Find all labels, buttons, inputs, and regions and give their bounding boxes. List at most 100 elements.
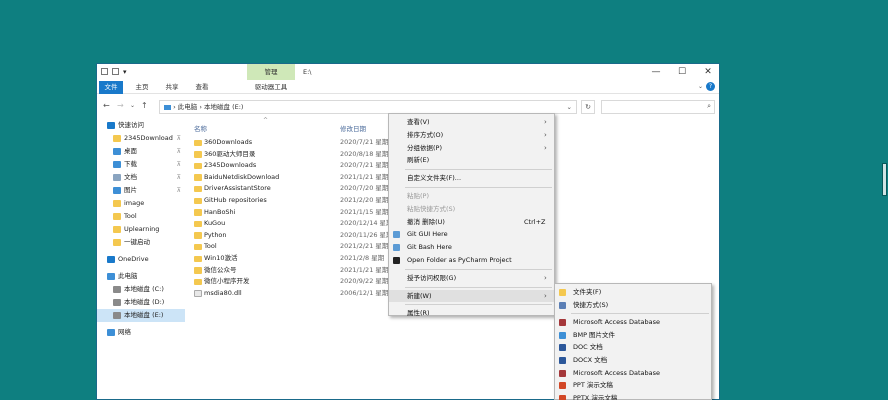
search-input[interactable]: ⌕ [601,100,715,114]
menu-item-label: 粘贴快捷方式(S) [407,204,456,213]
sidebar-item[interactable]: 一键启动 [97,236,185,249]
menu-item[interactable]: Microsoft Access Database [555,367,711,379]
sidebar-item[interactable]: 桌面 ⊼ [97,145,185,158]
git-gui-icon [393,231,400,239]
forward-arrow-icon[interactable]: → [117,101,124,110]
menu-item[interactable]: 授予访问权限(G) › [389,272,554,284]
submenu-arrow-icon: › [544,143,547,152]
file-date: 2006/12/1 星期 [340,288,389,297]
menu-item[interactable]: 自定义文件夹(F)... [389,172,554,184]
menu-item[interactable]: 快捷方式(S) [555,299,711,311]
sidebar-item[interactable]: 此电脑 [97,270,185,283]
menu-separator [571,313,709,315]
menu-item[interactable]: Open Folder as PyCharm Project [389,254,554,266]
menu-item[interactable]: Git Bash Here [389,241,554,253]
menu-separator [405,169,552,171]
tab-share[interactable]: 共享 [161,81,183,94]
menu-item[interactable]: PPTX 演示文稿 [555,392,711,400]
sidebar-item[interactable]: 本地磁盘 (C:) [97,283,185,296]
sidebar-item-label: OneDrive [118,255,149,263]
sidebar-item-label: 网络 [118,328,131,336]
tab-file[interactable]: 文件 [99,81,123,94]
menu-item[interactable]: 查看(V) › [389,116,554,128]
sidebar-item[interactable]: OneDrive [97,253,185,266]
menu-item[interactable]: PPT 演示文稿 [555,379,711,391]
help-icon[interactable]: ? [706,82,715,91]
menu-item[interactable]: DOC 文档 [555,341,711,353]
sidebar-item-label: 下载 [124,160,137,168]
file-date: 2021/1/15 星期 [340,207,389,216]
drive-icon [113,298,121,306]
menu-item[interactable]: 粘贴(P) [389,190,554,202]
address-dropdown-icon[interactable]: ⌄ [567,101,572,113]
sidebar-item[interactable]: Tool [97,210,185,223]
sidebar-item[interactable]: 文档 ⊼ [97,171,185,184]
folder-icon [194,139,202,146]
menu-item[interactable]: 粘贴快捷方式(S) [389,203,554,215]
new-folder-icon[interactable] [112,68,119,75]
folder-icon [113,225,121,233]
customize-qat-icon[interactable]: ▾ [123,68,130,76]
column-header-name[interactable]: 名称 [194,123,207,133]
back-arrow-icon[interactable]: ← [103,101,110,110]
tab-drive-tools[interactable]: 驱动器工具 [247,81,295,94]
sidebar-item[interactable]: Uplearning [97,223,185,236]
menu-item-label: Microsoft Access Database [573,368,660,377]
menu-item[interactable]: 撤消 删除(U) Ctrl+Z [389,216,554,228]
up-arrow-icon[interactable]: ↑ [141,101,148,110]
column-header-date[interactable]: 修改日期 [340,123,366,133]
file-name: BaiduNetdiskDownload [204,172,280,181]
file-name: 微信小程序开发 [204,277,250,286]
sidebar-item-label: 此电脑 [118,272,138,280]
folder-icon [194,278,202,286]
menu-item[interactable]: Microsoft Access Database [555,316,711,328]
file-date: 2021/1/21 星期 [340,265,389,274]
address-bar[interactable]: › 此电脑 › 本地磁盘 (E:) ⌄ [159,100,577,114]
menu-item[interactable]: 排序方式(O) › [389,129,554,141]
menu-shortcut: Ctrl+Z [524,217,546,226]
sidebar-item[interactable]: 下载 ⊼ [97,158,185,171]
menu-item-label: DOC 文档 [573,343,603,352]
picture-icon [113,186,121,194]
ribbon-context-group: 管理 [247,64,295,80]
refresh-button[interactable]: ↻ [581,100,595,114]
file-date: 2020/8/18 星期 [340,149,389,158]
sidebar-item[interactable]: 本地磁盘 (E:) [97,309,185,322]
menu-item-label: 排序方式(O) [407,130,444,139]
menu-item-label: 快捷方式(S) [573,300,609,309]
computer-icon [164,104,171,110]
menu-item-label: PPT 演示文稿 [573,381,613,390]
sidebar-item[interactable]: 本地磁盘 (D:) [97,296,185,309]
shortcut-icon [559,301,566,309]
sidebar-item[interactable]: 快速访问 [97,119,185,132]
tab-view[interactable]: 查看 [191,81,213,94]
minimize-button[interactable]: — [643,64,669,80]
expand-ribbon-icon[interactable]: ⌄ [698,83,703,90]
file-name: 360驱动大师目录 [204,149,256,158]
menu-item[interactable]: DOCX 文档 [555,354,711,366]
sidebar-item[interactable]: 2345Download ⊼ [97,132,185,145]
menu-item[interactable]: 新建(W) › [389,289,554,302]
navigation-pane: 快速访问 2345Download ⊼ 桌面 ⊼ 下载 ⊼ 文档 ⊼ 图片 ⊼ image Tool Up… [97,119,185,399]
file-name: 微信公众号 [204,265,237,274]
recent-locations-icon[interactable]: ⌄ [130,102,135,109]
breadcrumb-this-pc[interactable]: 此电脑 [178,103,198,111]
close-button[interactable]: ✕ [695,64,719,80]
breadcrumb-drive-e[interactable]: 本地磁盘 (E:) [204,103,243,111]
sidebar-item[interactable]: 图片 ⊼ [97,184,185,197]
menu-item[interactable]: 属性(R) [389,307,554,319]
menu-item[interactable]: BMP 图片文件 [555,329,711,341]
menu-item[interactable]: 分组依据(P) › [389,142,554,154]
file-date: 2021/2/20 星期 [340,196,389,204]
menu-item[interactable]: Git GUI Here [389,228,554,240]
menu-item[interactable]: 刷新(E) [389,154,554,166]
tab-home[interactable]: 主页 [131,81,153,94]
folder-icon [113,134,121,142]
properties-icon[interactable] [101,68,108,75]
menu-item[interactable]: 文件夹(F) [555,286,711,298]
sidebar-item[interactable]: 网络 [97,326,185,339]
sidebar-item[interactable]: image [97,197,185,210]
file-name: HanBoShi [204,207,236,216]
maximize-button[interactable]: ☐ [669,64,695,80]
doc-icon [559,344,566,352]
